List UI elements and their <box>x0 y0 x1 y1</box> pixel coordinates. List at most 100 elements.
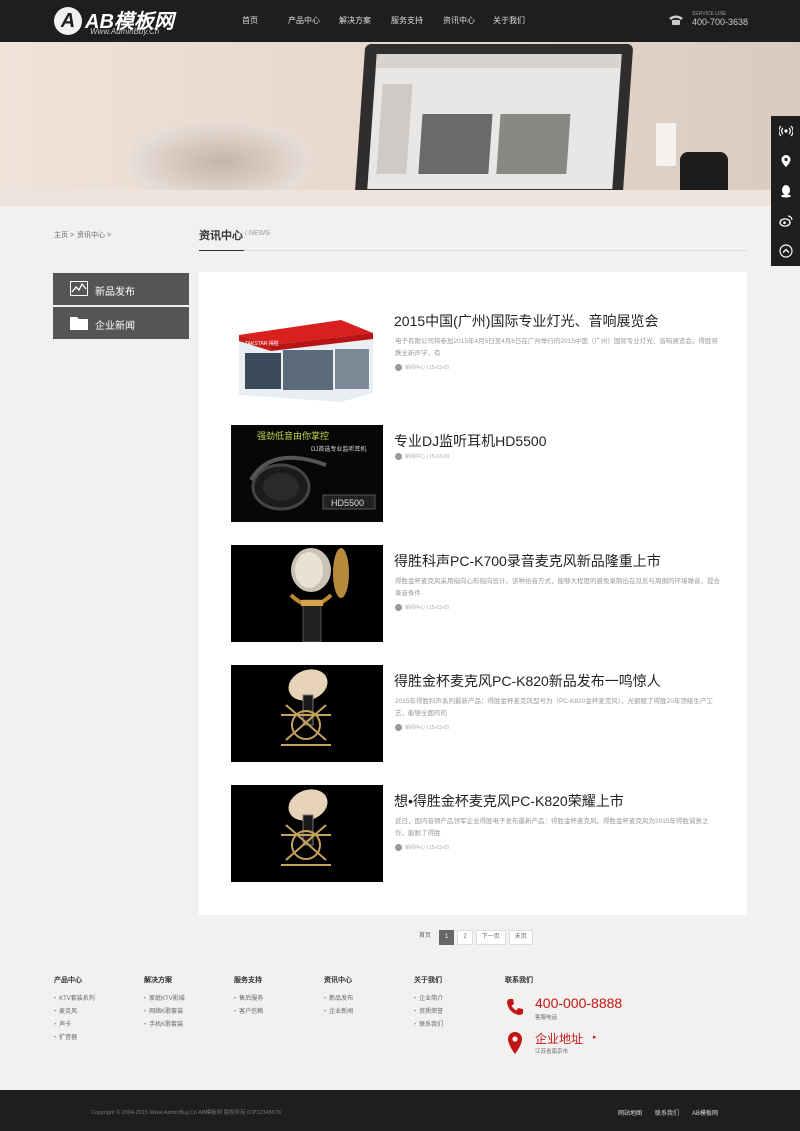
headphone-slogan: 强劲低音由你掌控 <box>257 430 329 441</box>
footer-col-title: 服务支持 <box>234 977 262 984</box>
news-title[interactable]: 2015中国(广州)国际专业灯光、音响展览会 <box>394 311 658 331</box>
footer-link[interactable]: 家庭KTV影城 <box>144 993 185 1006</box>
category-label: 企业新闻 <box>95 321 135 332</box>
clock-icon <box>395 604 402 611</box>
folder-icon <box>70 317 88 330</box>
footer-link[interactable]: 麦克风 <box>54 1006 95 1019</box>
news-meta: 新闻中心 | 15-03-03 <box>395 604 449 611</box>
pager-page-2[interactable]: 2 <box>457 930 473 945</box>
footer-link[interactable]: 企业新闻 <box>324 1006 353 1019</box>
news-date: 新闻中心 | 15-03-03 <box>405 365 450 371</box>
headphone-model: HD5500 <box>331 498 364 508</box>
pager-last[interactable]: 末页 <box>508 930 533 945</box>
news-summary: 得胜金杯麦克风采用指向心形指向设计，该种拾音方式，能够大程度的避免录制出在见反与… <box>395 578 720 597</box>
category-label: 新品发布 <box>95 287 135 298</box>
news-summary: 近日，国内音频产品领军企业得胜电子发布最新产品：得胜金杯麦克风。得胜金杯麦克风为… <box>395 818 709 837</box>
contact-phone[interactable]: 400-000-8888 <box>535 995 622 1011</box>
nav-news[interactable]: 资讯中心 <box>433 0 485 42</box>
nav-products[interactable]: 产品中心 <box>269 0 329 42</box>
site-logo[interactable]: A AB模板网 Www.AdminBuy.Cn <box>54 5 184 37</box>
category-company-news[interactable]: 企业新闻 <box>53 307 189 339</box>
weibo-icon[interactable] <box>771 206 800 236</box>
clock-icon <box>395 844 402 851</box>
pager-next[interactable]: 下一页 <box>475 930 506 945</box>
contact-link[interactable]: 联系我们 <box>655 1108 679 1117</box>
news-meta: 新闻中心 | 15-03-03 <box>395 453 449 460</box>
chart-icon <box>70 281 88 296</box>
footer-col-title: 产品中心 <box>54 977 82 984</box>
nav-support[interactable]: 服务支持 <box>381 0 433 42</box>
brand-link[interactable]: AB模板网 <box>692 1108 718 1117</box>
footer-col-support: 服务支持 售后服务 客户信赖 <box>234 975 263 1019</box>
footer-link[interactable]: 客户信赖 <box>234 1006 263 1019</box>
news-item[interactable]: TAKSTAR 得胜 2015中国(广州)国际专业灯光、音响展览会 电子有限公司… <box>231 305 721 402</box>
qq-icon[interactable] <box>771 176 800 206</box>
footer-col-title: 资讯中心 <box>324 977 352 984</box>
news-thumbnail[interactable]: 强劲低音由你掌控 DJ首选专业监听耳机 HD5500 <box>231 425 383 522</box>
footer-link[interactable]: 联系我们 <box>414 1019 443 1032</box>
microphone-k820-image <box>231 785 383 882</box>
category-new-products[interactable]: 新品发布 <box>53 273 189 305</box>
nav-solutions[interactable]: 解决方案 <box>329 0 381 42</box>
nav-about[interactable]: 关于我们 <box>485 0 533 42</box>
banner-laptop-display <box>367 54 622 189</box>
footer-link[interactable]: 新品发布 <box>324 993 353 1006</box>
footer-link[interactable]: 企业简介 <box>414 993 443 1006</box>
breadcrumb-news[interactable]: 资讯中心 > <box>77 230 111 240</box>
footer-col-about: 关于我们 企业简介 资质荣誉 联系我们 <box>414 975 443 1032</box>
top-header: A AB模板网 Www.AdminBuy.Cn 首页 产品中心 解决方案 服务支… <box>0 0 800 42</box>
footer-link[interactable]: 资质荣誉 <box>414 1006 443 1019</box>
news-date: 新闻中心 | 15-03-03 <box>405 605 450 611</box>
map-pin-icon <box>508 1032 522 1054</box>
arrow-right-icon: ▸ <box>593 1034 597 1041</box>
news-item[interactable]: 得胜金杯麦克风PC-K820新品发布一鸣惊人 2015年得胜科声系列最新产品：得… <box>231 665 721 762</box>
location-icon[interactable] <box>771 146 800 176</box>
pager-first[interactable]: 首页 <box>414 930 436 945</box>
news-meta: 新闻中心 | 15-03-03 <box>395 724 449 731</box>
news-date: 新闻中心 | 15-03-03 <box>405 454 450 460</box>
footer-link[interactable]: 手机K歌套装 <box>144 1019 185 1032</box>
footer-link[interactable]: KTV套装系列 <box>54 993 95 1006</box>
hero-banner <box>0 42 800 206</box>
news-item[interactable]: 得胜科声PC-K700录音麦克风新品隆重上市 得胜金杯麦克风采用指向心形指向设计… <box>231 545 721 642</box>
news-title[interactable]: 得胜科声PC-K700录音麦克风新品隆重上市 <box>394 551 661 571</box>
signal-icon[interactable] <box>771 116 800 146</box>
copyright: Copyright © 2004-2015 Www.AdminBuy.Cn AB… <box>91 1110 281 1116</box>
microphone-k820-image <box>231 665 383 762</box>
footer-link[interactable]: 网络K歌套装 <box>144 1006 185 1019</box>
news-thumbnail[interactable] <box>231 545 383 642</box>
footer-col-title: 关于我们 <box>414 977 442 984</box>
footer-link[interactable]: 售后服务 <box>234 993 263 1006</box>
news-title[interactable]: 专业DJ监听耳机HD5500 <box>394 431 546 451</box>
news-item[interactable]: 强劲低音由你掌控 DJ首选专业监听耳机 HD5500 专业DJ监听耳机HD550… <box>231 425 721 522</box>
footer-link[interactable]: 扩音器 <box>54 1032 95 1045</box>
news-thumbnail[interactable] <box>231 785 383 882</box>
title-underline <box>199 250 244 251</box>
contact-title: 联系我们 <box>505 977 533 984</box>
page-subtitle: / NEWS <box>245 230 270 237</box>
expo-booth-image: TAKSTAR 得胜 <box>231 305 383 402</box>
news-item[interactable]: 想•得胜金杯麦克风PC-K820荣耀上市 近日，国内音频产品领军企业得胜电子发布… <box>231 785 721 882</box>
pager-page-1[interactable]: 1 <box>439 930 455 945</box>
footer-link[interactable]: 声卡 <box>54 1019 95 1032</box>
breadcrumb: 主页 > 资讯中心 > <box>54 230 111 240</box>
news-summary: 2015年得胜科声系列最新产品：得胜金杯麦克风型号为（PC-K820金杯麦克风）… <box>395 698 713 717</box>
phone-icon <box>669 15 683 25</box>
headphone-image: 强劲低音由你掌控 DJ首选专业监听耳机 HD5500 <box>231 425 383 522</box>
news-thumbnail[interactable]: TAKSTAR 得胜 <box>231 305 383 402</box>
breadcrumb-home[interactable]: 主页 > <box>54 230 74 240</box>
back-to-top-icon[interactable] <box>771 236 800 266</box>
microphone-k700-image <box>231 545 383 642</box>
news-title[interactable]: 得胜金杯麦克风PC-K820新品发布一鸣惊人 <box>394 671 661 691</box>
news-thumbnail[interactable] <box>231 665 383 762</box>
footer-bottom-bar: Copyright © 2004-2015 Www.AdminBuy.Cn AB… <box>0 1090 800 1131</box>
sitemap-link[interactable]: 网站地图 <box>618 1108 642 1117</box>
news-title[interactable]: 想•得胜金杯麦克风PC-K820荣耀上市 <box>394 791 624 811</box>
logo-subtext: Www.AdminBuy.Cn <box>90 27 160 36</box>
pagination: 首页 1 2 下一页 末页 <box>414 930 533 945</box>
contact-address-title[interactable]: 企业地址 <box>535 1030 583 1047</box>
nav-home[interactable]: 首页 <box>231 0 269 42</box>
banner-cup <box>655 122 677 167</box>
footer-col-products: 产品中心 KTV套装系列 麦克风 声卡 扩音器 <box>54 975 95 1045</box>
logo-mark: A <box>54 7 82 35</box>
